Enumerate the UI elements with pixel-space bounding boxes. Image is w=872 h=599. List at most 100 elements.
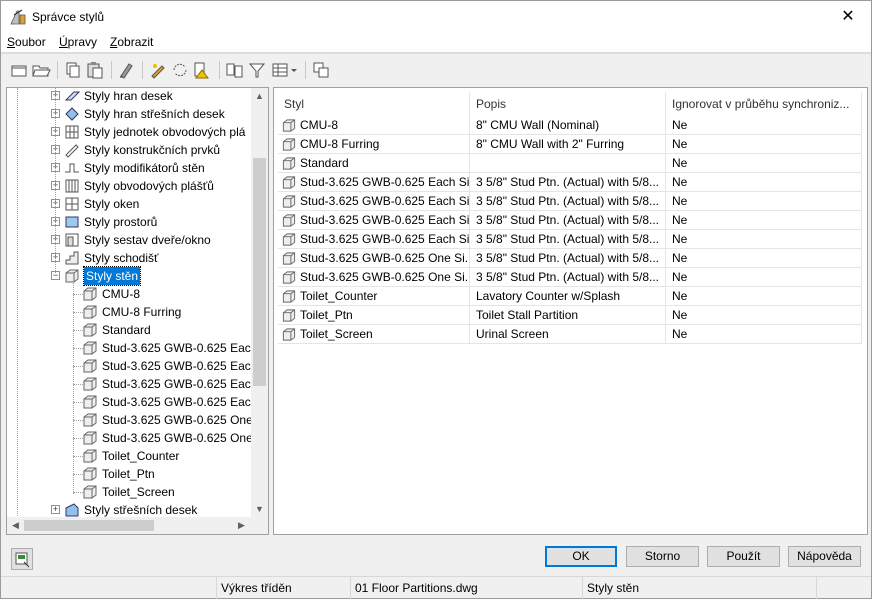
compare-icon[interactable] bbox=[225, 60, 245, 80]
scroll-left-icon[interactable]: ◀ bbox=[7, 517, 24, 534]
wall-style-icon bbox=[83, 485, 97, 499]
table-row[interactable]: Standard Ne bbox=[278, 154, 862, 173]
tree-horizontal-scrollbar[interactable]: ◀ ▶ bbox=[7, 517, 268, 534]
table-row[interactable]: Toilet_Counter Lavatory Counter w/Splash N… bbox=[278, 287, 862, 306]
purge-icon[interactable] bbox=[117, 60, 137, 80]
roof-slab-icon bbox=[65, 503, 79, 517]
table-row[interactable]: Stud-3.625 GWB-0.625 One Si... 3 5/8" Stu… bbox=[278, 249, 862, 268]
tree-category-node[interactable]: + Styly jednotek obvodových plá bbox=[7, 123, 253, 141]
table-row[interactable]: CMU-8 Furring 8" CMU Wall with 2" Furring… bbox=[278, 135, 862, 154]
table-row[interactable]: Stud-3.625 GWB-0.625 Each Si... 3 5/8" St… bbox=[278, 173, 862, 192]
tree-style-node[interactable]: Toilet_Screen bbox=[7, 483, 253, 501]
table-row[interactable]: Toilet_Screen Urinal Screen Ne bbox=[278, 325, 862, 344]
view-icon[interactable] bbox=[271, 60, 299, 80]
menu-upravy[interactable]: Úpravy bbox=[59, 35, 97, 49]
table-row[interactable]: Stud-3.625 GWB-0.625 Each Si... 3 5/8" St… bbox=[278, 192, 862, 211]
wall-style-icon bbox=[282, 195, 296, 208]
edit-style-icon[interactable] bbox=[148, 60, 168, 80]
status-empty bbox=[816, 577, 871, 599]
apply-button[interactable]: Použít bbox=[707, 546, 780, 567]
tree-vertical-scrollbar[interactable]: ▲ ▼ bbox=[251, 88, 268, 518]
wall-style-icon bbox=[83, 341, 97, 355]
tree-style-node[interactable]: Standard bbox=[7, 321, 253, 339]
help-button[interactable]: Nápověda bbox=[788, 546, 861, 567]
table-row[interactable]: Stud-3.625 GWB-0.625 Each Si... 3 5/8" St… bbox=[278, 211, 862, 230]
tree-node-label: CMU-8 bbox=[102, 287, 140, 301]
tree-category-node[interactable]: + Styly obvodových plášťů bbox=[7, 177, 253, 195]
tree-node-label: Styly konstrukčních prvků bbox=[84, 143, 221, 157]
tree-style-node[interactable]: CMU-8 Furring bbox=[7, 303, 253, 321]
tree-style-node[interactable]: Stud-3.625 GWB-0.625 Each bbox=[7, 375, 257, 393]
menu-zobrazit[interactable]: Zobrazit bbox=[110, 35, 153, 49]
tree-category-node[interactable]: + Styly hran střešních desek bbox=[7, 105, 253, 123]
tree-category-node[interactable]: + Styly konstrukčních prvků bbox=[7, 141, 253, 159]
toolbar-separator bbox=[305, 61, 306, 79]
tree-style-node[interactable]: Stud-3.625 GWB-0.625 One bbox=[7, 411, 253, 429]
table-row[interactable]: Toilet_Ptn Toilet Stall Partition Ne bbox=[278, 306, 862, 325]
cell-style-name: Toilet_Ptn bbox=[278, 306, 470, 325]
tree-node-label: Styly obvodových plášťů bbox=[84, 179, 214, 193]
tree-category-node[interactable]: − Styly stěn bbox=[7, 266, 253, 286]
scroll-down-icon[interactable]: ▼ bbox=[251, 501, 268, 518]
tree-category-node[interactable]: + Styly prostorů bbox=[7, 213, 253, 231]
tree-category-node[interactable]: + Styly hran desek bbox=[7, 88, 253, 105]
tree-style-node[interactable]: CMU-8 bbox=[7, 285, 253, 303]
tree-style-node[interactable]: Stud-3.625 GWB-0.625 Each bbox=[7, 339, 257, 357]
sync-icon[interactable] bbox=[170, 60, 190, 80]
tree-category-node[interactable]: + Styly schodišť bbox=[7, 249, 253, 267]
tree-category-node[interactable]: + Styly modifikátorů stěn bbox=[7, 159, 253, 177]
wall-style-icon bbox=[282, 252, 296, 265]
copy-icon[interactable] bbox=[63, 60, 83, 80]
wall-style-icon bbox=[282, 157, 296, 170]
wall-style-icon bbox=[282, 233, 296, 246]
tree-vertical-thumb[interactable] bbox=[253, 158, 266, 386]
tree-style-node[interactable]: Toilet_Counter bbox=[7, 447, 253, 465]
toolbar-separator bbox=[142, 61, 143, 79]
paste-icon[interactable] bbox=[85, 60, 105, 80]
cell-ignore-sync: Ne bbox=[666, 116, 862, 135]
column-header-popis[interactable]: Popis bbox=[470, 92, 666, 116]
warning-icon[interactable] bbox=[192, 60, 212, 80]
table-row[interactable]: Stud-3.625 GWB-0.625 Each Si... 3 5/8" St… bbox=[278, 230, 862, 249]
cell-style-name: Toilet_Screen bbox=[278, 325, 470, 344]
cancel-button[interactable]: Storno bbox=[626, 546, 699, 567]
tree-style-node[interactable]: Stud-3.625 GWB-0.625 One bbox=[7, 429, 253, 447]
tree-node-label: Styly sestav dveře/okno bbox=[84, 233, 211, 247]
cell-ignore-sync: Ne bbox=[666, 154, 862, 173]
cell-ignore-sync: Ne bbox=[666, 192, 862, 211]
table-row[interactable]: CMU-8 8" CMU Wall (Nominal) Ne bbox=[278, 116, 862, 135]
scroll-right-icon[interactable]: ▶ bbox=[233, 517, 250, 534]
scroll-up-icon[interactable]: ▲ bbox=[251, 88, 268, 105]
cell-style-name: CMU-8 Furring bbox=[278, 135, 470, 154]
cell-style-name: Stud-3.625 GWB-0.625 Each Si... bbox=[278, 230, 470, 249]
style-tree[interactable]: + Styly hran desek + Styly hran střešních d… bbox=[6, 87, 269, 535]
tree-style-node[interactable]: Toilet_Ptn bbox=[7, 465, 253, 483]
menu-zobrazit-rest: obrazit bbox=[117, 35, 154, 49]
wall-style-icon bbox=[282, 214, 296, 227]
wall-style-icon bbox=[282, 309, 296, 322]
open-icon[interactable] bbox=[31, 60, 51, 80]
filter-icon[interactable] bbox=[247, 60, 267, 80]
tree-category-node[interactable]: + Styly oken bbox=[7, 195, 253, 213]
tree-node-label: Styly hran desek bbox=[84, 89, 173, 103]
ok-button[interactable]: OK bbox=[545, 546, 617, 567]
tree-style-node[interactable]: Stud-3.625 GWB-0.625 Each bbox=[7, 393, 257, 411]
toggle-view-icon[interactable] bbox=[311, 60, 331, 80]
tree-node-label: Stud-3.625 GWB-0.625 Each bbox=[102, 359, 258, 373]
column-header-ignore-sync[interactable]: Ignorovat v průběhu synchroniz... bbox=[666, 92, 862, 116]
tree-style-node[interactable]: Stud-3.625 GWB-0.625 Each bbox=[7, 357, 257, 375]
cell-description: 3 5/8" Stud Ptn. (Actual) with 5/8... bbox=[470, 211, 666, 230]
close-button[interactable]: ✕ bbox=[825, 1, 871, 32]
menu-soubor[interactable]: Soubor bbox=[7, 35, 46, 49]
settings-icon[interactable] bbox=[11, 548, 33, 570]
tree-node-label: Toilet_Ptn bbox=[102, 467, 155, 481]
expand-icon[interactable]: + bbox=[51, 505, 60, 514]
column-header-styl[interactable]: Styl bbox=[278, 92, 470, 116]
table-row[interactable]: Stud-3.625 GWB-0.625 One Si... 3 5/8" Stu… bbox=[278, 268, 862, 287]
settings-glyph bbox=[15, 552, 30, 568]
tree-category-node[interactable]: + Styly sestav dveře/okno bbox=[7, 231, 253, 249]
tree-horizontal-thumb[interactable] bbox=[24, 520, 154, 531]
tree-guide-line bbox=[55, 88, 56, 273]
wall-style-icon bbox=[282, 138, 296, 151]
new-icon[interactable] bbox=[9, 60, 29, 80]
